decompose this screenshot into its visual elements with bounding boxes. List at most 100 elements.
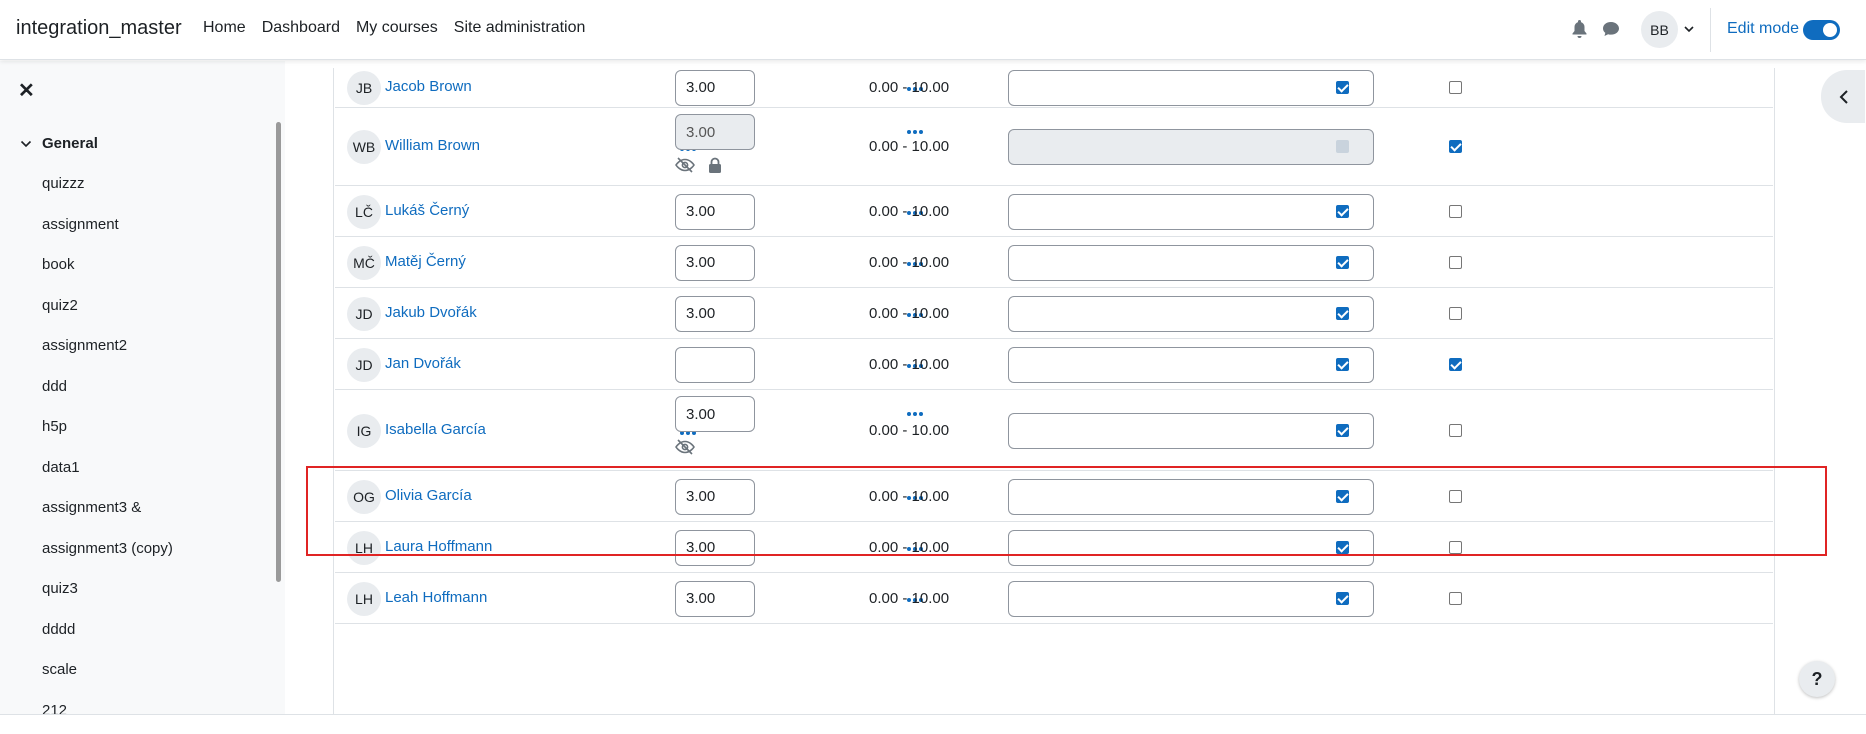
override-checkbox[interactable]: [1336, 255, 1349, 269]
student-avatar: LH: [347, 581, 381, 616]
feedback-input[interactable]: [1008, 580, 1374, 617]
drawer-item[interactable]: assignment2: [42, 336, 173, 377]
exclude-checkbox[interactable]: [1449, 540, 1462, 554]
student-name-link[interactable]: Laura Hoffmann: [385, 538, 492, 555]
student-avatar: JD: [347, 347, 381, 382]
exclude-checkbox[interactable]: [1449, 80, 1462, 94]
notification-bell-icon[interactable]: [1571, 19, 1588, 39]
student-avatar: JD: [347, 296, 381, 331]
section-general[interactable]: General: [20, 135, 98, 152]
student-name-link[interactable]: Jakub Dvořák: [385, 304, 477, 321]
feedback-input[interactable]: [1008, 412, 1374, 449]
grade-input[interactable]: [675, 346, 755, 383]
override-checkbox[interactable]: [1336, 204, 1349, 218]
drawer-item[interactable]: dddd: [42, 620, 173, 661]
grade-range: 0.00 - 10.00: [869, 138, 950, 155]
grade-input[interactable]: [675, 580, 755, 617]
student-avatar: IG: [347, 413, 381, 448]
grade-input[interactable]: [675, 529, 755, 566]
override-checkbox[interactable]: [1336, 306, 1349, 320]
feedback-input[interactable]: [1008, 478, 1374, 515]
drawer-item[interactable]: 212: [42, 701, 173, 715]
drawer-item[interactable]: quiz2: [42, 296, 173, 337]
edit-mode-label[interactable]: Edit mode: [1727, 20, 1799, 38]
grade-input: [675, 114, 755, 150]
chevron-down-icon[interactable]: [1683, 23, 1695, 35]
drawer-item[interactable]: h5p: [42, 417, 173, 458]
feedback-input[interactable]: [1008, 193, 1374, 230]
drawer-item[interactable]: book: [42, 255, 173, 296]
grader-report: JBJacob Brown0.00 - 10.00WBWilliam Brown…: [285, 61, 1866, 714]
grade-input[interactable]: [675, 478, 755, 515]
student-name-link[interactable]: Olivia García: [385, 487, 472, 504]
table-row: WBWilliam Brown 0.00 - 10.00: [335, 108, 1773, 186]
grade-input[interactable]: [675, 69, 755, 106]
drawer-item[interactable]: ddd: [42, 377, 173, 418]
site-name[interactable]: integration_master: [16, 17, 182, 40]
student-name-link[interactable]: Jacob Brown: [385, 78, 472, 95]
grade-input[interactable]: [675, 193, 755, 230]
exclude-checkbox[interactable]: [1449, 140, 1462, 153]
feedback-input[interactable]: [1008, 69, 1374, 106]
grade-actions-menu-icon[interactable]: [907, 411, 925, 417]
drawer-item[interactable]: scale: [42, 660, 173, 701]
feedback-input[interactable]: [1008, 295, 1374, 332]
grade-range: 0.00 - 10.00: [869, 538, 950, 556]
nav-site-administration[interactable]: Site administration: [454, 19, 586, 37]
exclude-checkbox[interactable]: [1449, 591, 1462, 605]
grade-range: 0.00 - 10.00: [869, 78, 950, 96]
close-icon[interactable]: ✕: [18, 78, 35, 103]
chevron-down-icon: [20, 140, 32, 147]
feedback-input[interactable]: [1008, 244, 1374, 281]
grade-input[interactable]: [675, 244, 755, 281]
user-avatar[interactable]: BB: [1641, 11, 1678, 48]
table-row: LČLukáš Černý 0.00 - 10.00: [335, 186, 1773, 237]
table-row: MČMatěj Černý 0.00 - 10.00: [335, 237, 1773, 288]
drawer-scrollbar[interactable]: [276, 122, 281, 582]
exclude-checkbox[interactable]: [1449, 423, 1462, 437]
drawer-item[interactable]: data1: [42, 458, 173, 499]
table-row: IGIsabella García 0.00 - 10.00: [335, 390, 1773, 471]
student-name-link[interactable]: Jan Dvořák: [385, 355, 461, 372]
student-name-link[interactable]: Matěj Černý: [385, 253, 466, 270]
hidden-eye-icon: [675, 157, 695, 173]
override-checkbox[interactable]: [1336, 80, 1349, 94]
grade-actions-menu-icon[interactable]: [907, 129, 925, 135]
drawer-item[interactable]: assignment3 &: [42, 498, 173, 539]
messages-icon[interactable]: [1601, 19, 1621, 39]
nav-my-courses[interactable]: My courses: [356, 19, 438, 37]
grade-input[interactable]: [675, 396, 755, 432]
lock-icon: [708, 157, 728, 173]
override-checkbox[interactable]: [1336, 357, 1349, 371]
nav-home[interactable]: Home: [203, 19, 246, 37]
feedback-input[interactable]: [1008, 529, 1374, 566]
exclude-checkbox[interactable]: [1449, 204, 1462, 218]
table-row: LHLaura Hoffmann 0.00 - 10.00: [335, 522, 1773, 573]
student-name-link[interactable]: Isabella García: [385, 421, 486, 438]
exclude-checkbox[interactable]: [1449, 306, 1462, 320]
student-name-link[interactable]: William Brown: [385, 137, 480, 154]
drawer-item[interactable]: quiz3: [42, 579, 173, 620]
exclude-checkbox[interactable]: [1449, 489, 1462, 503]
drawer-item[interactable]: assignment: [42, 215, 173, 256]
top-navbar: integration_master Home Dashboard My cou…: [0, 0, 1866, 60]
student-name-link[interactable]: Leah Hoffmann: [385, 589, 487, 606]
override-checkbox[interactable]: [1336, 489, 1349, 503]
edit-mode-toggle[interactable]: [1803, 20, 1840, 40]
override-checkbox[interactable]: [1336, 540, 1349, 554]
override-checkbox[interactable]: [1336, 423, 1349, 437]
course-index-drawer: ✕ General quizzz assignment book quiz2 assig…: [0, 61, 285, 714]
help-button[interactable]: ?: [1799, 661, 1835, 697]
nav-dashboard[interactable]: Dashboard: [262, 19, 340, 37]
exclude-checkbox[interactable]: [1449, 255, 1462, 269]
student-name-link[interactable]: Lukáš Černý: [385, 202, 469, 219]
table-row: JBJacob Brown 0.00 - 10.00: [335, 67, 1773, 108]
exclude-checkbox[interactable]: [1449, 357, 1462, 371]
student-avatar: LČ: [347, 194, 381, 229]
override-checkbox[interactable]: [1336, 591, 1349, 605]
drawer-item[interactable]: assignment3 (copy): [42, 539, 173, 580]
drawer-item[interactable]: quizzz: [42, 174, 173, 215]
block-drawer-toggle[interactable]: [1821, 70, 1865, 123]
grade-input[interactable]: [675, 295, 755, 332]
feedback-input[interactable]: [1008, 346, 1374, 383]
